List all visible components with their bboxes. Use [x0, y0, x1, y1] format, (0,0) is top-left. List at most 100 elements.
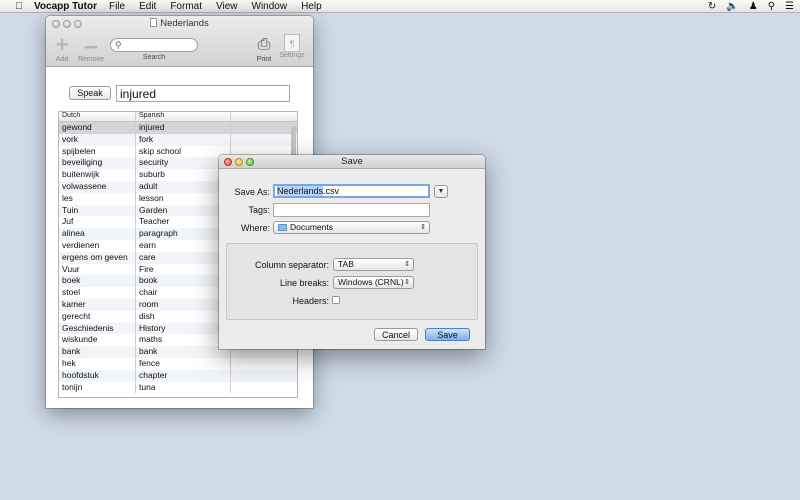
cell-spanish: lesson — [136, 192, 231, 205]
speak-button[interactable]: Speak — [69, 86, 111, 100]
remove-label: Remove — [77, 56, 105, 63]
filename-field[interactable]: Nederlands.csv — [273, 184, 430, 198]
save-as-label: Save As: — [234, 187, 270, 197]
table-row[interactable]: tonijn tuna — [59, 381, 297, 394]
cell-spanish: Teacher — [136, 216, 231, 229]
cell-dutch: vork — [59, 133, 136, 146]
headers-label: Headers: — [292, 296, 329, 306]
expand-dialog-button[interactable]: ▼ — [434, 185, 448, 198]
cell-spanish: History — [136, 322, 231, 335]
cell-spanish: Garden — [136, 204, 231, 217]
search-group: ⚲ Search — [110, 38, 198, 61]
current-word-field[interactable] — [116, 85, 290, 102]
cell-spanish: maths — [136, 334, 231, 347]
where-label: Where: — [240, 223, 270, 233]
user-icon[interactable]: ♟ — [749, 0, 758, 13]
cell-spanish: paragraph — [136, 228, 231, 240]
column-header-extra[interactable] — [231, 112, 297, 121]
settings-sheet-icon: ¶ — [284, 34, 300, 52]
column-separator-popup[interactable]: TAB ⇕ — [333, 258, 414, 271]
time-machine-icon[interactable]: ↻ — [708, 0, 716, 13]
cell-spanish: Fire — [136, 263, 231, 276]
save-button[interactable]: Save — [425, 328, 470, 341]
cell-spanish: fence — [136, 357, 231, 370]
window-title-text: Nederlands — [160, 18, 209, 29]
search-input[interactable] — [125, 40, 195, 50]
menu-window[interactable]: Window — [252, 1, 288, 12]
table-row[interactable]: vork fork — [59, 133, 297, 146]
cell-dutch: gewond — [59, 122, 136, 134]
menu-file[interactable]: File — [109, 1, 125, 12]
table-row[interactable]: hek fence — [59, 357, 297, 370]
remove-button[interactable]: – Remove — [76, 30, 106, 63]
menu-edit[interactable]: Edit — [139, 1, 156, 12]
cell-extra — [231, 122, 297, 134]
cell-dutch: boek — [59, 275, 136, 288]
tags-field[interactable] — [273, 203, 430, 217]
cell-spanish: chair — [136, 287, 231, 299]
cell-spanish: dish — [136, 310, 231, 323]
menu-format[interactable]: Format — [170, 1, 202, 12]
line-breaks-popup[interactable]: Windows (CRNL) ⇕ — [333, 276, 414, 289]
settings-button[interactable]: ¶ Settings — [278, 34, 306, 59]
search-box[interactable]: ⚲ — [110, 38, 198, 52]
cell-dutch: bank — [59, 346, 136, 358]
save-dialog: Save Save As: Nederlands.csv ▼ Tags: Whe… — [219, 155, 485, 349]
cell-dutch: gerecht — [59, 310, 136, 323]
where-popup[interactable]: Documents ⇕ — [273, 221, 430, 234]
cell-dutch: ergens om geven — [59, 251, 136, 264]
cell-spanish: bank — [136, 346, 231, 358]
window-toolbar: Nederlands + Add – Remove ⚲ Search ⎙ Pri… — [46, 16, 313, 67]
cell-dutch: tonijn — [59, 381, 136, 394]
cell-dutch: hoofdstuk — [59, 369, 136, 382]
minus-icon: – — [83, 30, 99, 60]
printer-icon: ⎙ — [257, 36, 271, 53]
cell-spanish: skip school — [136, 145, 231, 158]
cell-spanish: book — [136, 275, 231, 288]
cell-dutch: volwassene — [59, 180, 136, 193]
folder-icon — [278, 224, 287, 231]
document-icon — [150, 18, 158, 27]
cell-dutch: Tuin — [59, 204, 136, 217]
cell-dutch: verdienen — [59, 239, 136, 252]
volume-icon[interactable]: 🔈 — [726, 0, 738, 13]
magnifier-icon: ⚲ — [115, 40, 122, 50]
cell-extra — [231, 370, 297, 382]
dialog-titlebar: Save — [219, 155, 485, 169]
notification-list-icon[interactable]: ☰ — [785, 0, 794, 13]
popup-arrows-icon: ⇕ — [404, 261, 410, 268]
cell-dutch: buitenwijk — [59, 169, 136, 181]
dialog-title: Save — [341, 156, 363, 167]
menu-view[interactable]: View — [216, 1, 238, 12]
cell-dutch: Vuur — [59, 263, 136, 276]
cell-dutch: stoel — [59, 287, 136, 299]
print-label: Print — [256, 56, 272, 63]
cell-dutch: les — [59, 192, 136, 205]
plus-icon: + — [55, 32, 69, 57]
apple-menu-icon[interactable]:  — [12, 1, 26, 12]
app-menu[interactable]: Vocapp Tutor — [34, 1, 97, 12]
column-header-spanish[interactable]: Spanish — [136, 112, 231, 121]
search-label: Search — [142, 54, 166, 61]
menu-help[interactable]: Help — [301, 1, 322, 12]
cancel-button[interactable]: Cancel — [374, 328, 418, 341]
spotlight-search-icon[interactable]: ⚲ — [768, 0, 775, 13]
cell-spanish: adult — [136, 180, 231, 193]
table-row[interactable]: gewond injured — [59, 122, 297, 134]
line-breaks-label: Line breaks: — [279, 278, 329, 288]
cell-dutch: kamer — [59, 298, 136, 311]
cell-spanish: security — [136, 157, 231, 170]
add-button[interactable]: + Add — [51, 32, 73, 64]
line-breaks-value: Windows (CRNL) — [338, 277, 404, 287]
print-button[interactable]: ⎙ Print — [253, 34, 275, 63]
cell-spanish: tuna — [136, 381, 231, 394]
cell-dutch: hek — [59, 357, 136, 370]
where-value: Documents — [290, 222, 333, 232]
column-header-dutch[interactable]: Dutch — [59, 112, 136, 121]
cell-dutch: beveiliging — [59, 157, 136, 170]
headers-checkbox[interactable] — [332, 296, 340, 304]
cell-spanish: room — [136, 298, 231, 311]
table-row[interactable]: hoofdstuk chapter — [59, 369, 297, 382]
cell-extra — [231, 358, 297, 370]
tags-label: Tags: — [248, 205, 270, 215]
